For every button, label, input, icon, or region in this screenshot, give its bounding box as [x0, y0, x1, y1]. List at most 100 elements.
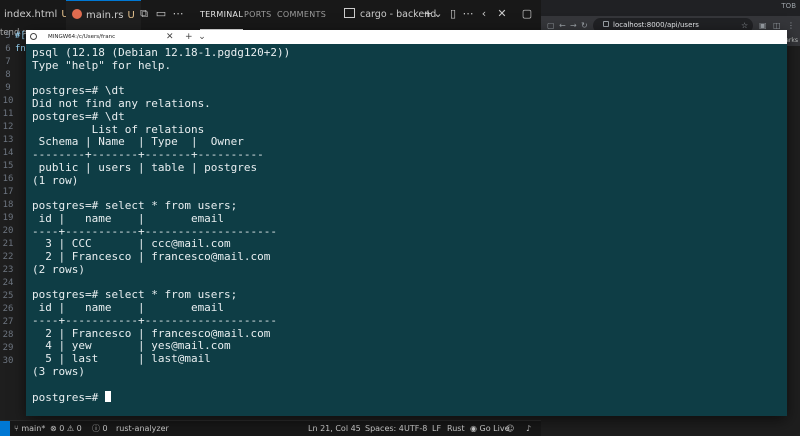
terminal-line: (1 row) — [32, 173, 79, 187]
line-number: 10 — [2, 96, 14, 106]
more-actions-icon[interactable]: ⋯ — [462, 8, 474, 20]
git-branch-item[interactable]: ⑂ main* — [14, 421, 45, 436]
terminal-line: postgres=# \dt — [32, 84, 125, 98]
menu-icon[interactable]: ⋮ — [787, 20, 795, 32]
line-number: 15 — [2, 161, 14, 171]
split-editor-icon[interactable]: ⧉ — [138, 8, 150, 20]
mintty-icon[interactable] — [30, 33, 37, 40]
editor-tabbar: index.html U main.rs U ⧉ ▭ ⋯ TERMINAL PORT… — [0, 0, 541, 31]
line-number: 27 — [2, 317, 14, 327]
line-number: 23 — [2, 265, 14, 275]
terminal-line: --------+-------+-------+---------- — [32, 148, 264, 161]
chevron-left-icon[interactable]: ‹ — [478, 8, 490, 20]
remote-indicator[interactable] — [0, 421, 10, 436]
tab-label: index.html — [4, 9, 58, 20]
line-number: 24 — [2, 278, 14, 288]
line-number: 19 — [2, 213, 14, 223]
close-icon[interactable]: ✕ — [496, 8, 508, 20]
branch-label: main* — [21, 424, 46, 433]
line-number: 18 — [2, 200, 14, 210]
untracked-badge: U — [127, 10, 135, 21]
warning-icon: ⚠ — [66, 424, 75, 433]
tab-terminal[interactable]: TERMINAL — [200, 0, 244, 30]
terminal-line: postgres=# select * from users; — [32, 199, 238, 212]
line-number: 17 — [2, 187, 14, 197]
terminal-tab-controls[interactable]: ✕ + ⌄ — [166, 30, 206, 44]
line-number: 7 — [5, 57, 11, 67]
tab-main-rs[interactable]: main.rs U — [66, 0, 141, 31]
terminal-line: ----+-----------+-------------------- — [32, 313, 278, 327]
tab-ports[interactable]: PORTS — [244, 0, 272, 30]
feedback-icon[interactable]: ☺ — [506, 421, 514, 436]
status-bar: ⑂ main* ⊗ 0 ⚠ 0 ⓘ 0 rust-analyzer Ln 21,… — [0, 420, 541, 436]
tab-label: main.rs — [86, 10, 124, 21]
info-count: 0 — [102, 424, 108, 433]
encoding[interactable]: UTF-8 — [404, 421, 427, 436]
problems-item[interactable]: ⊗ 0 ⚠ 0 — [50, 421, 82, 436]
terminal-line: 2 | Francesco | francesco@mail.com — [32, 250, 271, 263]
more-actions-icon[interactable]: ⋯ — [172, 8, 184, 20]
code-line: fn — [15, 44, 26, 54]
line-number: 28 — [2, 330, 14, 340]
line-number: 29 — [2, 343, 14, 353]
terminal-titlebar[interactable]: MINGW64:/c/Users/franc ✕ + ⌄ — [26, 30, 787, 44]
end-of-line[interactable]: LF — [432, 421, 441, 436]
terminal-line: Did not find any relations. — [32, 97, 211, 110]
chevron-down-icon[interactable]: ⌄ — [432, 8, 444, 20]
trash-icon[interactable]: ▯ — [447, 8, 459, 20]
line-number: 25 — [2, 291, 14, 301]
terminal-icon — [344, 8, 355, 18]
line-number: 21 — [2, 239, 14, 249]
broadcast-icon: ◉ — [470, 424, 477, 433]
tab-comments[interactable]: COMMENTS — [277, 0, 326, 30]
terminal-line: Schema | Name | Type | Owner — [32, 135, 244, 149]
indentation[interactable]: Spaces: 4 — [365, 421, 404, 436]
address-bar-url: localhost:8000/api/users — [613, 21, 699, 29]
terminal-line: 5 | last | last@mail — [32, 352, 211, 365]
info-item[interactable]: ⓘ 0 — [92, 421, 108, 436]
rust-file-icon — [72, 9, 82, 19]
tab-index-html[interactable]: index.html U — [4, 0, 69, 30]
line-number: 30 — [2, 356, 14, 366]
error-count: 0 — [59, 424, 65, 433]
terminal-line: Type "help" for help. — [32, 58, 172, 72]
line-number: 9 — [5, 83, 11, 93]
line-number: 6 — [5, 44, 11, 54]
terminal-line: (3 rows) — [32, 364, 85, 378]
go-live-button[interactable]: ◉ Go Live — [470, 421, 510, 436]
terminal-line: id | name | email — [32, 211, 225, 225]
line-number: 5 — [5, 31, 11, 41]
terminal-output[interactable]: psql (12.18 (Debian 12.18-1.pgdg120+2)) … — [32, 46, 777, 405]
error-icon: ⊗ — [50, 424, 57, 433]
language-mode[interactable]: Rust — [447, 421, 465, 436]
terminal-line: (2 rows) — [32, 262, 85, 276]
code-line: #[ — [15, 31, 26, 41]
mintty-terminal-window[interactable]: MINGW64:/c/Users/franc ✕ + ⌄ psql (12.18… — [26, 30, 787, 416]
maximize-panel-icon[interactable]: ▢ — [521, 8, 533, 20]
toggle-layout-icon[interactable]: ▭ — [155, 8, 167, 20]
terminal-scrollbar[interactable] — [779, 44, 787, 416]
rust-analyzer-item[interactable]: rust-analyzer — [116, 421, 169, 436]
terminal-line: ----+-----------+-------------------- — [32, 224, 278, 238]
line-number: 16 — [2, 174, 14, 184]
line-number: 11 — [2, 109, 14, 119]
terminal-title: MINGW64:/c/Users/franc — [48, 34, 116, 40]
line-number: 14 — [2, 148, 14, 158]
line-number: 12 — [2, 122, 14, 132]
terminal-line: psql (12.18 (Debian 12.18-1.pgdg120+2)) — [32, 46, 291, 59]
lock-icon — [603, 21, 609, 27]
bell-icon[interactable]: ♪ — [526, 421, 531, 436]
line-number-gutter: 5 6 7 8 9 10 11 12 13 14 15 16 17 18 19 20 21 22 23 24 25 26 2… — [0, 30, 16, 420]
line-number: 13 — [2, 135, 14, 145]
browser-tabstrip: TOB — [541, 0, 800, 16]
line-number: 8 — [5, 70, 11, 80]
terminal-line: List of relations — [32, 122, 205, 136]
cursor-position[interactable]: Ln 21, Col 45 — [308, 421, 361, 436]
terminal-cursor — [104, 391, 111, 403]
partial-tab-text: TOB — [781, 2, 796, 10]
terminal-line: postgres=# select * from users; — [32, 288, 238, 302]
editor-code-fragment: #[ fn — [15, 30, 26, 56]
line-number: 22 — [2, 252, 14, 262]
terminal-line: postgres=# \dt — [32, 109, 125, 123]
line-number: 26 — [2, 304, 14, 314]
